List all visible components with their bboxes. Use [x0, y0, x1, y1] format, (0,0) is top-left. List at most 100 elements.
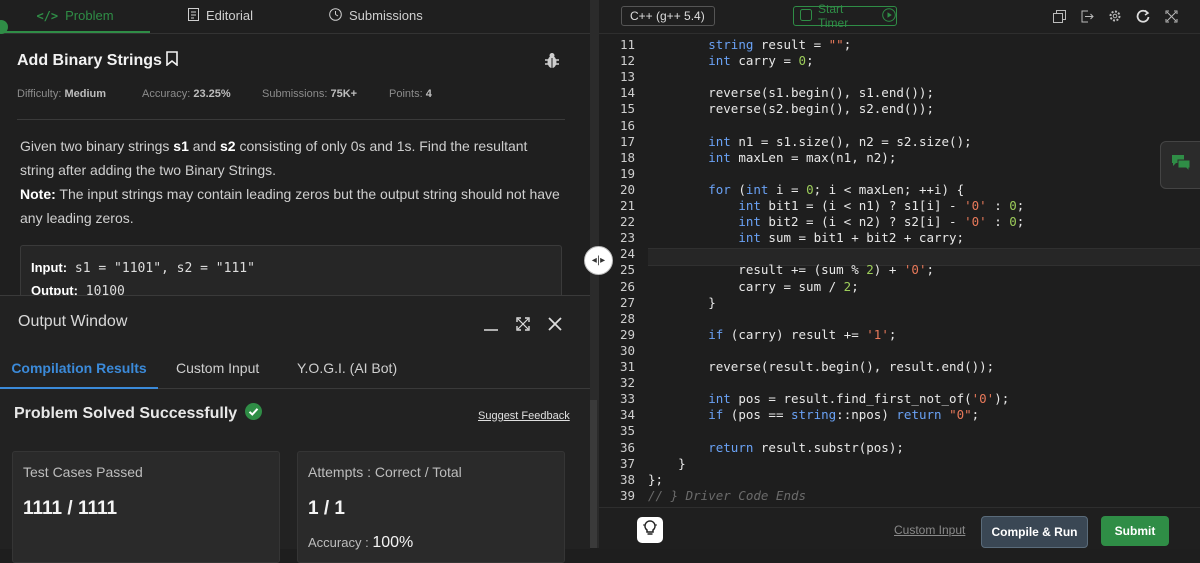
code-line: carry = sum / 2;	[648, 278, 859, 294]
code-line: reverse(result.begin(), result.end());	[648, 359, 995, 374]
code-line: }	[648, 294, 716, 310]
code-editor[interactable]: 11 string result = ""; 12 int carry = 0; 1…	[599, 37, 1200, 507]
tab-custom-input[interactable]: Custom Input	[176, 348, 259, 387]
tab-compilation-results[interactable]: Compilation Results	[0, 348, 158, 389]
editor-footer: Custom Input Compile & Run Submit	[599, 507, 1200, 549]
settings-icon[interactable]	[1107, 8, 1123, 24]
reset-icon[interactable]	[1135, 8, 1151, 24]
chat-icon	[1171, 154, 1191, 177]
start-timer-button[interactable]: Start Timer	[793, 2, 897, 30]
code-line: }	[648, 455, 686, 471]
problem-description: Given two binary strings s1 and s2 consi…	[20, 134, 560, 230]
difficulty-value: Medium	[64, 88, 107, 100]
attempts-value: 1 / 1	[308, 498, 345, 519]
submissions-meta: Submissions: 75K+	[262, 88, 357, 100]
divider	[17, 119, 565, 120]
line-number: 20	[619, 181, 635, 197]
code-line: // } Driver Code Ends	[648, 487, 807, 503]
code-line: for (int i = 0; i < maxLen; ++i) {	[708, 181, 965, 197]
example-input: Input: s1 = "1101", s2 = "111"	[31, 260, 255, 276]
attempts-label: Attempts : Correct / Total	[308, 464, 462, 480]
code-icon: </>	[36, 8, 59, 23]
submit-button[interactable]: Submit	[1101, 516, 1169, 546]
output-scrollbar[interactable]	[590, 400, 597, 548]
editor-toolbar: C++ (g++ 5.4) Start Timer	[599, 0, 1200, 34]
editor-actions	[1051, 8, 1179, 24]
attempts-card: Attempts : Correct / Total 1 / 1 Accurac…	[297, 451, 565, 563]
line-number: 23	[619, 230, 635, 246]
expand-icon[interactable]	[515, 316, 531, 337]
difficulty-meta: Difficulty: Medium	[17, 88, 106, 100]
close-icon[interactable]	[547, 316, 563, 337]
timer-icon	[800, 8, 812, 24]
line-number: 29	[619, 326, 635, 342]
lightbulb-icon	[642, 519, 658, 542]
code-line: int maxLen = max(n1, n2);	[708, 149, 897, 165]
exit-icon[interactable]	[1079, 8, 1095, 24]
output-window-title: Output Window	[18, 313, 128, 330]
minimize-icon[interactable]	[483, 316, 499, 337]
line-number: 13	[619, 69, 635, 85]
points-value: 4	[425, 88, 432, 100]
panel-resize-handle[interactable]: ◂|▸	[584, 246, 613, 275]
custom-input-link[interactable]: Custom Input	[894, 523, 965, 537]
output-window: Output Window Compilation Results Custom…	[0, 295, 590, 563]
line-number: 22	[619, 214, 635, 230]
desc-s1: s1	[173, 138, 189, 154]
suggest-feedback-link[interactable]: Suggest Feedback	[478, 410, 570, 422]
code-line: string result = "";	[708, 37, 852, 52]
attempts-accuracy-value: 100%	[372, 534, 414, 551]
tab-editorial[interactable]: Editorial	[188, 0, 253, 31]
line-number: 26	[619, 278, 635, 294]
line-number: 16	[619, 117, 635, 133]
problem-tabs: </> Problem Editorial Submissions	[0, 0, 590, 34]
code-line: int n1 = s1.size(), n2 = s2.size();	[708, 133, 972, 149]
output-tabs: Compilation Results Custom Input Y.O.G.I…	[0, 348, 590, 389]
line-number: 19	[619, 165, 635, 181]
submissions-value: 75K+	[330, 88, 358, 100]
line-number: 34	[619, 407, 635, 423]
play-icon	[882, 7, 896, 25]
check-circle-icon	[245, 403, 263, 425]
line-number: 31	[619, 359, 635, 374]
line-number: 30	[619, 342, 635, 358]
points-label: Points:	[389, 88, 423, 100]
example-input-value: s1 = "1101", s2 = "111"	[74, 261, 255, 276]
editor-panel: C++ (g++ 5.4) Start Timer 11 string resu…	[599, 0, 1200, 549]
success-text: Problem Solved Successfully	[14, 405, 238, 422]
accuracy-label: Accuracy:	[142, 88, 191, 100]
test-cases-card: Test Cases Passed 1111 / 1111	[12, 451, 280, 563]
tab-submissions-label: Submissions	[349, 8, 423, 23]
desc-text: and	[188, 138, 221, 154]
language-select[interactable]: C++ (g++ 5.4)	[621, 6, 715, 26]
line-number: 39	[619, 487, 635, 503]
compile-run-button[interactable]: Compile & Run	[981, 516, 1088, 548]
line-number: 33	[619, 391, 635, 407]
bookmark-icon[interactable]	[166, 51, 178, 71]
line-number: 36	[619, 439, 635, 455]
tab-editorial-label: Editorial	[206, 8, 253, 23]
code-line: reverse(s2.begin(), s2.end());	[648, 101, 934, 117]
bug-report-icon[interactable]	[543, 52, 561, 70]
fullscreen-icon[interactable]	[1163, 8, 1179, 24]
line-number: 27	[619, 294, 635, 310]
problem-title-text: Add Binary Strings	[17, 52, 162, 69]
line-number: 11	[619, 37, 635, 52]
line-number: 14	[619, 85, 635, 101]
accuracy-value: 23.25%	[193, 88, 231, 100]
resize-arrows-icon: ◂|▸	[591, 255, 606, 266]
tab-yogi-ai-bot[interactable]: Y.O.G.I. (AI Bot)	[297, 348, 397, 387]
hint-bulb-button[interactable]	[637, 517, 663, 543]
desc-text: Given two binary strings	[20, 138, 174, 154]
line-number: 17	[619, 133, 635, 149]
chat-button[interactable]	[1160, 141, 1200, 189]
tab-submissions[interactable]: Submissions	[329, 0, 423, 31]
output-window-controls	[483, 316, 563, 337]
submissions-label: Submissions:	[262, 88, 328, 100]
tab-problem[interactable]: </> Problem	[0, 0, 150, 33]
points-meta: Points: 4	[389, 88, 432, 100]
copy-icon[interactable]	[1051, 8, 1067, 24]
difficulty-label: Difficulty:	[17, 88, 62, 100]
line-number: 32	[619, 375, 635, 391]
code-line: };	[648, 471, 664, 487]
